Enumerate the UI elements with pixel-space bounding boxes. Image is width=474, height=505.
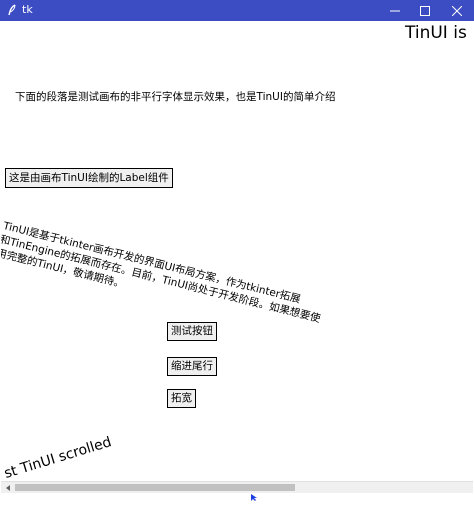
test-button[interactable]: 测试按钮 [167,322,217,341]
paragraph-line: 和TinEngine的拓展而存在。目前，TinUI尚处于开发阶段。如果想要使 [1,233,322,326]
window-titlebar[interactable]: tk [0,0,474,21]
scroll-left-arrow-icon[interactable] [4,484,12,492]
feather-icon [6,4,18,16]
close-icon[interactable] [440,0,474,21]
scrolled-text: st TinUI scrolled [2,434,114,481]
tinui-canvas[interactable]: TinUI is 下面的段落是测试画布的非平行字体显示效果，也是TinUI的简单… [1,21,473,481]
maximize-icon[interactable] [410,0,440,21]
window-title: tk [22,3,33,16]
horizontal-scrollbar[interactable] [1,481,473,493]
label-widget: 这是由画布TinUI绘制的Label组件 [5,168,173,188]
expand-button[interactable]: 拓宽 [167,389,196,408]
intro-text: 下面的段落是测试画布的非平行字体显示效果，也是TinUI的简单介绍 [15,91,336,103]
large-heading-text: TinUI is [405,23,467,43]
mouse-cursor-icon [251,486,257,501]
indent-last-line-button[interactable]: 缩进尾行 [167,357,217,376]
minimize-icon[interactable] [380,0,410,21]
